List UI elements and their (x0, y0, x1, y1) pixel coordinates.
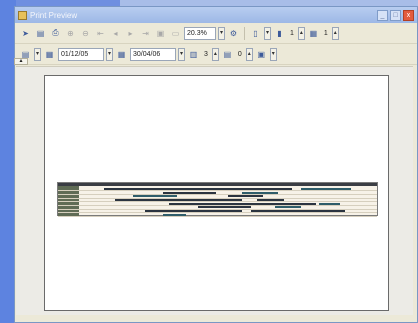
end-date-input[interactable]: 30/04/06 (130, 47, 176, 61)
fit-width-icon[interactable]: ▭ (169, 27, 182, 40)
next-page-icon[interactable]: ▸ (124, 27, 137, 40)
start-date-input[interactable]: 01/12/05 (58, 47, 104, 61)
preview-page (44, 75, 389, 311)
pages-spinner[interactable]: ▴ (331, 26, 339, 40)
end-date-dropdown[interactable]: ▾ (178, 47, 185, 61)
maximize-button[interactable]: □ (390, 9, 401, 21)
preview-area (16, 66, 413, 315)
title-bar[interactable]: Print Preview _ □ x (15, 7, 417, 23)
page-icon[interactable]: ▮ (273, 27, 286, 40)
pages-value: 1 (323, 29, 328, 37)
separator (244, 26, 245, 40)
prev-page-icon[interactable]: ◂ (109, 27, 122, 40)
gantt-bar (318, 202, 340, 205)
zoom-input[interactable]: 20.3% (184, 26, 216, 40)
layout-dropdown[interactable]: ▾ (34, 47, 41, 61)
spin2-value: 0 (237, 50, 242, 58)
gantt-bar (257, 198, 284, 201)
app-icon (18, 10, 27, 20)
open-icon[interactable]: ▤ (34, 27, 47, 40)
minimize-button[interactable]: _ (377, 9, 388, 21)
view-dropdown[interactable]: ▾ (269, 47, 277, 61)
grid-header (58, 183, 377, 186)
close-button[interactable]: x (403, 9, 414, 21)
gantt-bar (133, 195, 178, 198)
spin1-value: 3 (204, 50, 208, 58)
gantt-grid (57, 182, 378, 218)
collapse-toolbar-tab[interactable]: ▴ (14, 58, 28, 65)
rows-icon[interactable]: ▤ (221, 48, 234, 61)
toolbar-main: ➤ ▤ ⎙ ⊕ ⊖ ⇤ ◂ ▸ ⇥ ▣ ▭ 20.3% ▾ ⚙ ▯ ▾ ▮ 1 … (15, 23, 417, 44)
single-page-dropdown[interactable]: ▾ (264, 26, 271, 40)
columns-icon[interactable]: ▥ (187, 48, 200, 61)
toolbar-options: ▤ ▾ ▦ 01/12/05 ▾ ▦ 30/04/06 ▾ ▥ 3 ▴ ▤ 0 … (15, 44, 417, 65)
grid-row-line (58, 193, 377, 195)
page-spinner[interactable]: ▴ (297, 26, 305, 40)
page-value: 1 (290, 29, 294, 37)
zoom-in-icon[interactable]: ⊕ (64, 27, 77, 40)
gantt-bar (103, 187, 293, 190)
grid-row-line (58, 190, 377, 192)
pointer-icon[interactable]: ➤ (19, 27, 32, 40)
first-page-icon[interactable]: ⇤ (94, 27, 107, 40)
gantt-bar (144, 210, 243, 212)
window-title: Print Preview (30, 10, 78, 20)
zoom-dropdown[interactable]: ▾ (218, 26, 225, 40)
gantt-bar (242, 191, 278, 194)
gantt-bar (162, 213, 187, 216)
multi-page-icon[interactable]: ▦ (307, 27, 320, 40)
single-page-icon[interactable]: ▯ (249, 27, 262, 40)
gantt-bar (168, 202, 316, 205)
gantt-bar (301, 187, 352, 190)
view-icon[interactable]: ▣ (255, 48, 268, 61)
end-calendar-icon[interactable]: ▦ (115, 48, 128, 61)
last-page-icon[interactable]: ⇥ (139, 27, 152, 40)
spin1-spinner[interactable]: ▴ (211, 47, 219, 61)
gantt-bar (162, 191, 216, 194)
gantt-bar (274, 206, 302, 209)
gantt-bar (115, 198, 243, 201)
gantt-bar (198, 206, 252, 209)
grid-row-line (58, 216, 377, 218)
start-calendar-icon[interactable]: ▦ (43, 48, 56, 61)
grid-row-line (58, 212, 377, 214)
page-setup-icon[interactable]: ⚙ (227, 27, 240, 40)
gantt-bar (251, 210, 346, 212)
start-date-dropdown[interactable]: ▾ (106, 47, 113, 61)
fit-page-icon[interactable]: ▣ (154, 27, 167, 40)
gantt-bar (227, 195, 263, 198)
print-icon[interactable]: ⎙ (49, 27, 62, 40)
spin2-spinner[interactable]: ▴ (245, 47, 253, 61)
zoom-out-icon[interactable]: ⊖ (79, 27, 92, 40)
